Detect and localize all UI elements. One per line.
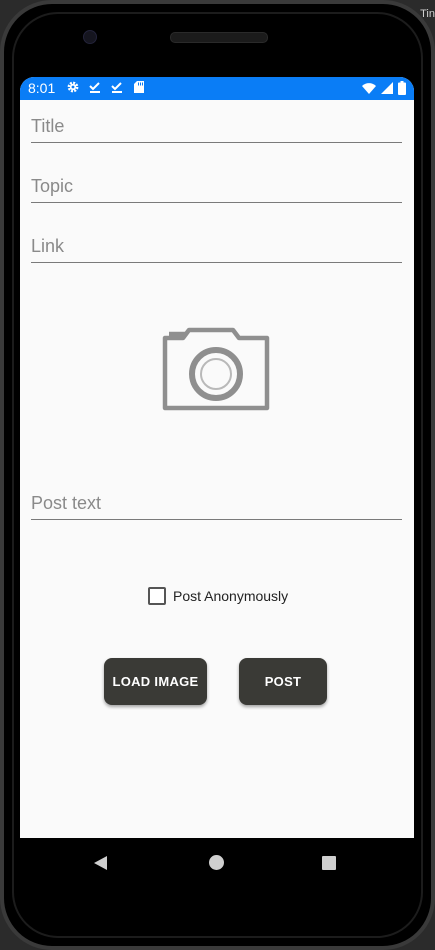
link-input[interactable] (31, 231, 402, 261)
anonymous-checkbox[interactable] (148, 587, 166, 605)
camera-icon[interactable] (161, 324, 273, 414)
download-done-icon (110, 80, 124, 94)
earpiece-speaker (170, 32, 268, 43)
post-text-input[interactable] (31, 488, 402, 518)
title-underline (31, 142, 402, 143)
gear-icon (66, 80, 80, 94)
back-icon[interactable] (94, 856, 107, 870)
status-time: 8:01 (28, 80, 56, 96)
post-text-underline (31, 519, 402, 520)
status-system-icons (362, 81, 406, 95)
home-icon[interactable] (209, 855, 224, 870)
signal-icon (380, 81, 394, 95)
post-text-field[interactable] (31, 488, 402, 520)
navigation-bar (20, 838, 414, 888)
title-field[interactable] (31, 111, 402, 143)
front-camera (83, 30, 97, 44)
anonymous-label: Post Anonymously (173, 588, 289, 604)
topic-input[interactable] (31, 171, 402, 201)
app-screen: 8:01 Title Topic Link Post text Post Ano… (20, 77, 414, 838)
post-button[interactable]: POST (239, 658, 327, 705)
phone-frame: 8:01 Title Topic Link Post text Post Ano… (0, 0, 435, 950)
wifi-icon (362, 81, 376, 95)
link-underline (31, 262, 402, 263)
download-done-icon (88, 80, 102, 94)
topic-underline (31, 202, 402, 203)
status-bar: 8:01 (20, 77, 414, 100)
sd-card-icon (132, 80, 146, 94)
corner-label: Tin (420, 8, 435, 20)
battery-icon (398, 81, 406, 95)
anonymous-checkbox-row[interactable]: Post Anonymously (148, 586, 288, 606)
link-field[interactable] (31, 231, 402, 263)
status-notification-icons (66, 80, 146, 94)
load-image-button[interactable]: LOAD IMAGE (104, 658, 207, 705)
topic-field[interactable] (31, 171, 402, 203)
title-input[interactable] (31, 111, 402, 141)
recents-icon[interactable] (322, 856, 336, 870)
